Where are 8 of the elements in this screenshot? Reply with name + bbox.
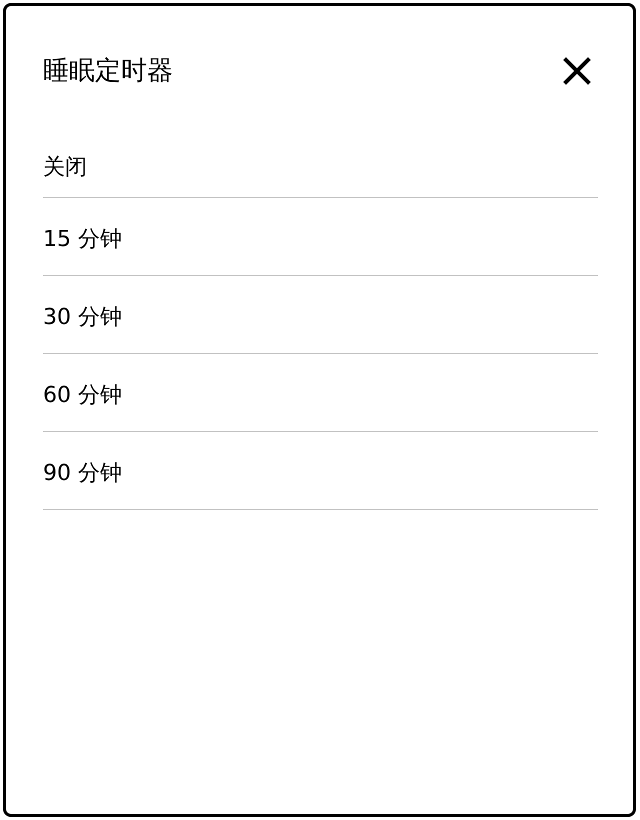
timer-option[interactable]: 90 分钟: [43, 432, 598, 510]
timer-option[interactable]: 15 分钟: [43, 198, 598, 276]
timer-option[interactable]: 30 分钟: [43, 276, 598, 354]
close-button[interactable]: [563, 57, 591, 85]
close-icon: [563, 57, 591, 85]
timer-option[interactable]: 60 分钟: [43, 354, 598, 432]
timer-option[interactable]: 关闭: [43, 136, 598, 198]
dialog-title: 睡眠定时器: [43, 55, 173, 88]
